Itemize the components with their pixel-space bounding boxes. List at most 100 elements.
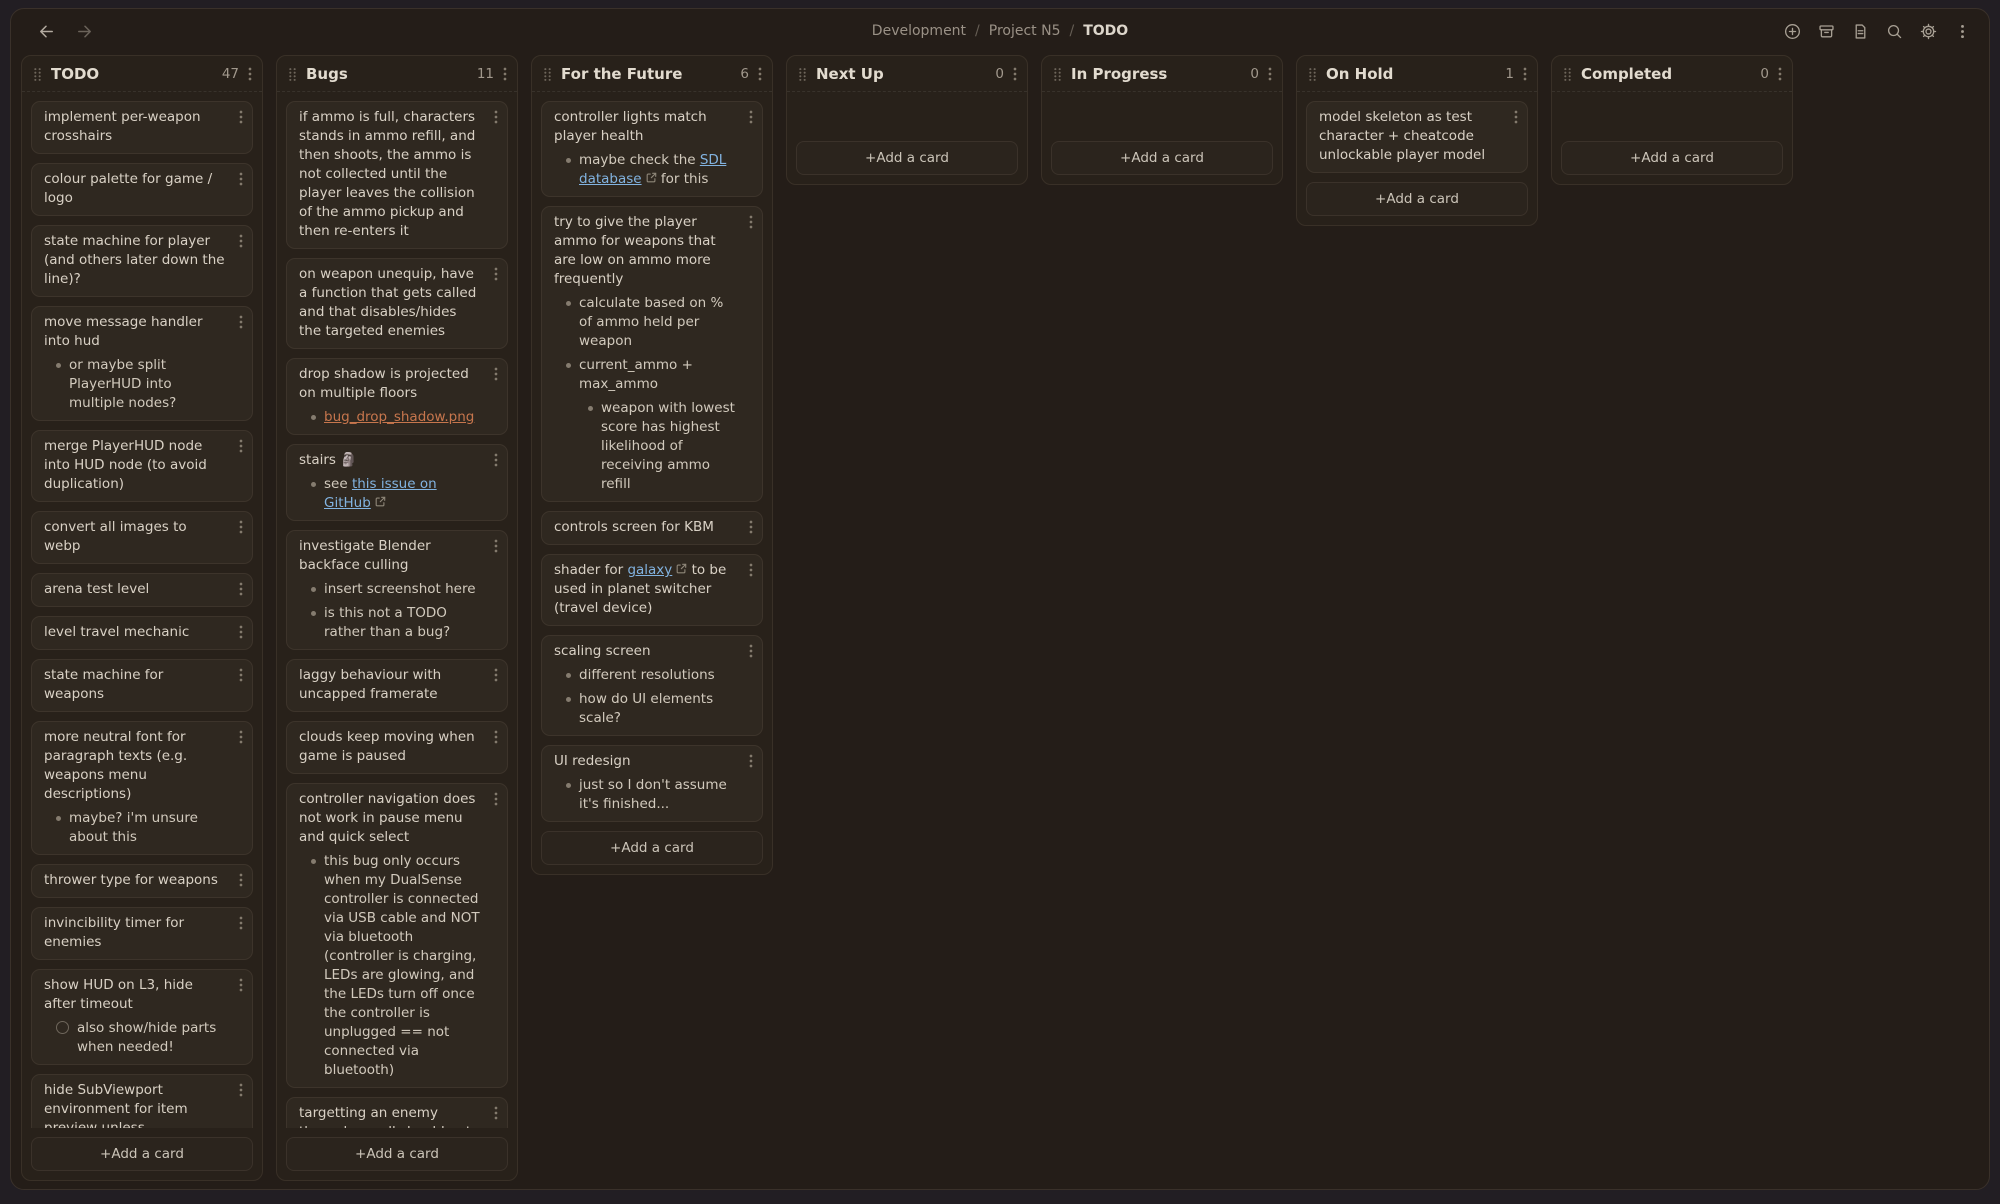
- card[interactable]: thrower type for weapons: [31, 864, 253, 898]
- column-completed: Completed0+Add a card: [1551, 55, 1793, 185]
- card-menu-icon[interactable]: [239, 978, 243, 992]
- card[interactable]: convert all images to webp: [31, 511, 253, 564]
- card-menu-icon[interactable]: [749, 644, 753, 658]
- card[interactable]: merge PlayerHUD node into HUD node (to a…: [31, 430, 253, 502]
- drag-handle-icon[interactable]: [543, 67, 552, 82]
- card[interactable]: drop shadow is projected on multiple flo…: [286, 358, 508, 435]
- add-card-button[interactable]: +Add a card: [796, 141, 1018, 175]
- card[interactable]: level travel mechanic: [31, 616, 253, 650]
- card[interactable]: try to give the player ammo for weapons …: [541, 206, 763, 502]
- card[interactable]: show HUD on L3, hide after timeoutalso s…: [31, 969, 253, 1065]
- add-card-button[interactable]: +Add a card: [286, 1137, 508, 1171]
- drag-handle-icon[interactable]: [33, 67, 42, 82]
- card-menu-icon[interactable]: [494, 453, 498, 467]
- card[interactable]: scaling screendifferent resolutionshow d…: [541, 635, 763, 736]
- card-menu-icon[interactable]: [494, 267, 498, 281]
- card[interactable]: if ammo is full, characters stands in am…: [286, 101, 508, 249]
- column-menu-icon[interactable]: [503, 67, 507, 81]
- plus-circle-icon[interactable]: [1782, 21, 1803, 42]
- column-menu-icon[interactable]: [758, 67, 762, 81]
- card-link[interactable]: galaxy: [627, 562, 672, 578]
- card-list: if ammo is full, characters stands in am…: [277, 92, 517, 1128]
- card-menu-icon[interactable]: [239, 625, 243, 639]
- column-menu-icon[interactable]: [1268, 67, 1272, 81]
- card-menu-icon[interactable]: [239, 439, 243, 453]
- column-menu-icon[interactable]: [1523, 67, 1527, 81]
- card[interactable]: model skeleton as test character + cheat…: [1306, 101, 1528, 173]
- card-menu-icon[interactable]: [239, 315, 243, 329]
- back-arrow-icon[interactable]: [35, 20, 57, 42]
- card-menu-icon[interactable]: [494, 792, 498, 806]
- column-menu-icon[interactable]: [1013, 67, 1017, 81]
- forward-arrow-icon[interactable]: [73, 20, 95, 42]
- card[interactable]: more neutral font for paragraph texts (e…: [31, 721, 253, 855]
- card[interactable]: state machine for weapons: [31, 659, 253, 712]
- card[interactable]: colour palette for game / logo: [31, 163, 253, 216]
- document-icon[interactable]: [1850, 21, 1871, 42]
- card-menu-icon[interactable]: [239, 1083, 243, 1097]
- card-menu-icon[interactable]: [239, 234, 243, 248]
- card[interactable]: UI redesignjust so I don't assume it's f…: [541, 745, 763, 822]
- card[interactable]: laggy behaviour with uncapped framerate: [286, 659, 508, 712]
- card[interactable]: clouds keep moving when game is paused: [286, 721, 508, 774]
- column-menu-icon[interactable]: [248, 67, 252, 81]
- card-menu-icon[interactable]: [749, 215, 753, 229]
- checkbox-circle-icon[interactable]: [56, 1021, 69, 1034]
- drag-handle-icon[interactable]: [798, 67, 807, 82]
- card[interactable]: controller lights match player healthmay…: [541, 101, 763, 197]
- card-menu-icon[interactable]: [1514, 110, 1518, 124]
- card-menu-icon[interactable]: [239, 873, 243, 887]
- drag-handle-icon[interactable]: [288, 67, 297, 82]
- card-menu-icon[interactable]: [239, 916, 243, 930]
- drag-handle-icon[interactable]: [1053, 67, 1062, 82]
- drag-handle-icon[interactable]: [1563, 67, 1572, 82]
- card-menu-icon[interactable]: [239, 110, 243, 124]
- more-icon[interactable]: [1952, 21, 1973, 42]
- add-card-button[interactable]: +Add a card: [1051, 141, 1273, 175]
- add-card-button[interactable]: +Add a card: [1561, 141, 1783, 175]
- card-menu-icon[interactable]: [749, 754, 753, 768]
- card-menu-icon[interactable]: [239, 172, 243, 186]
- card[interactable]: shader for galaxy to be used in planet s…: [541, 554, 763, 626]
- column-menu-icon[interactable]: [1778, 67, 1782, 81]
- card[interactable]: targetting an enemy through a wall shoul…: [286, 1097, 508, 1128]
- card[interactable]: investigate Blender backface cullinginse…: [286, 530, 508, 650]
- card-menu-icon[interactable]: [494, 1106, 498, 1120]
- card-menu-icon[interactable]: [494, 730, 498, 744]
- card[interactable]: stairs 🗿see this issue on GitHub: [286, 444, 508, 521]
- breadcrumb-item-todo[interactable]: TODO: [1083, 23, 1128, 39]
- card[interactable]: state machine for player (and others lat…: [31, 225, 253, 297]
- card-menu-icon[interactable]: [749, 563, 753, 577]
- card[interactable]: hide SubViewport environment for item pr…: [31, 1074, 253, 1128]
- card-menu-icon[interactable]: [239, 582, 243, 596]
- search-icon[interactable]: [1884, 21, 1905, 42]
- card-menu-icon[interactable]: [749, 520, 753, 534]
- drag-handle-icon[interactable]: [1308, 67, 1317, 82]
- card-menu-icon[interactable]: [239, 730, 243, 744]
- card-menu-icon[interactable]: [494, 668, 498, 682]
- card[interactable]: implement per-weapon crosshairs: [31, 101, 253, 154]
- column-for-the-future: For the Future6controller lights match p…: [531, 55, 773, 875]
- archive-icon[interactable]: [1816, 21, 1837, 42]
- card-menu-icon[interactable]: [494, 539, 498, 553]
- column-next-up: Next Up0 +Add a card: [786, 55, 1028, 185]
- card[interactable]: move message handler into hudor maybe sp…: [31, 306, 253, 421]
- card-menu-icon[interactable]: [494, 367, 498, 381]
- card[interactable]: controls screen for KBM: [541, 511, 763, 545]
- card-menu-icon[interactable]: [749, 110, 753, 124]
- breadcrumb-item-development[interactable]: Development: [872, 23, 966, 39]
- add-card-button[interactable]: +Add a card: [1306, 182, 1528, 216]
- card[interactable]: invincibility timer for enemies: [31, 907, 253, 960]
- column-header: Next Up0: [787, 56, 1027, 92]
- add-card-button[interactable]: +Add a card: [541, 831, 763, 865]
- card[interactable]: on weapon unequip, have a function that …: [286, 258, 508, 349]
- card-menu-icon[interactable]: [239, 520, 243, 534]
- breadcrumb-item-project-n5[interactable]: Project N5: [989, 23, 1061, 39]
- card[interactable]: controller navigation does not work in p…: [286, 783, 508, 1088]
- card-link[interactable]: bug_drop_shadow.png: [324, 409, 474, 425]
- gear-icon[interactable]: [1918, 21, 1939, 42]
- card[interactable]: arena test level: [31, 573, 253, 607]
- card-menu-icon[interactable]: [494, 110, 498, 124]
- card-menu-icon[interactable]: [239, 668, 243, 682]
- add-card-button[interactable]: +Add a card: [31, 1137, 253, 1171]
